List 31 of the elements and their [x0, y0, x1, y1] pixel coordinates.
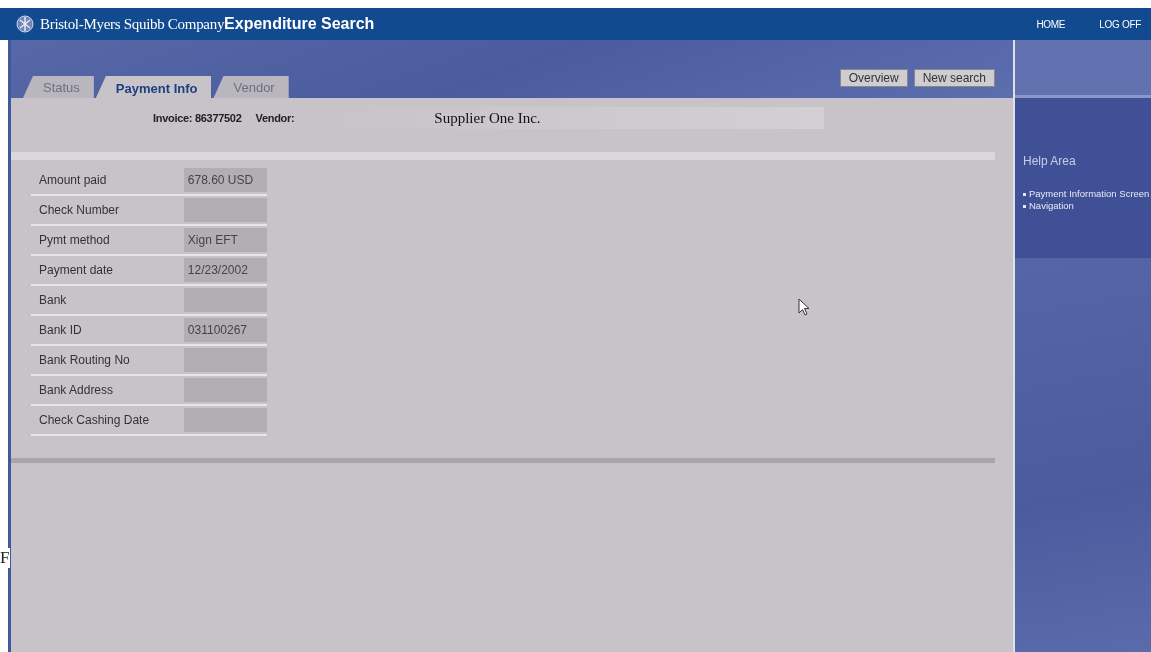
field-label: Bank Routing No [38, 353, 131, 367]
vendor-label: Vendor: [255, 112, 295, 124]
field-label: Bank Address [38, 383, 115, 397]
mouse-pointer-icon [798, 298, 810, 316]
help-link[interactable]: Navigation [1029, 200, 1074, 212]
field-value: 12/23/2002 [183, 258, 267, 282]
field-label: Amount paid [38, 173, 108, 187]
company-name: Bristol-Myers Squibb Company [40, 15, 225, 33]
help-link[interactable]: Payment Information Screen [1029, 188, 1150, 200]
field-label: Payment date [38, 263, 115, 277]
action-button[interactable]: Overview [839, 69, 908, 87]
field-value: 031100267 [183, 318, 267, 342]
field-label: Pymt method [38, 233, 111, 247]
vendor-name: Supplier One Inc. [434, 109, 541, 127]
field-label: Check Cashing Date [38, 413, 151, 427]
help-title: Help Area [1023, 154, 1077, 168]
field-value: Xign EFT [183, 228, 267, 252]
app-title: Expenditure Search [224, 15, 375, 33]
tab[interactable]: Payment Info [95, 76, 212, 98]
bullet-icon [1023, 193, 1026, 196]
bullet-icon [1023, 205, 1026, 208]
header-link[interactable]: LOG OFF [1099, 18, 1141, 30]
field-label: Check Number [38, 203, 121, 217]
logo-icon [16, 15, 34, 33]
field-label: Bank ID [38, 323, 83, 337]
action-button[interactable]: New search [913, 69, 995, 87]
invoice-number: Invoice: 86377502 [153, 112, 242, 124]
header-link[interactable]: HOME [1036, 18, 1066, 30]
stray-text: F [0, 548, 11, 568]
field-label: Bank [38, 293, 68, 307]
field-value: 678.60 USD [183, 168, 267, 192]
